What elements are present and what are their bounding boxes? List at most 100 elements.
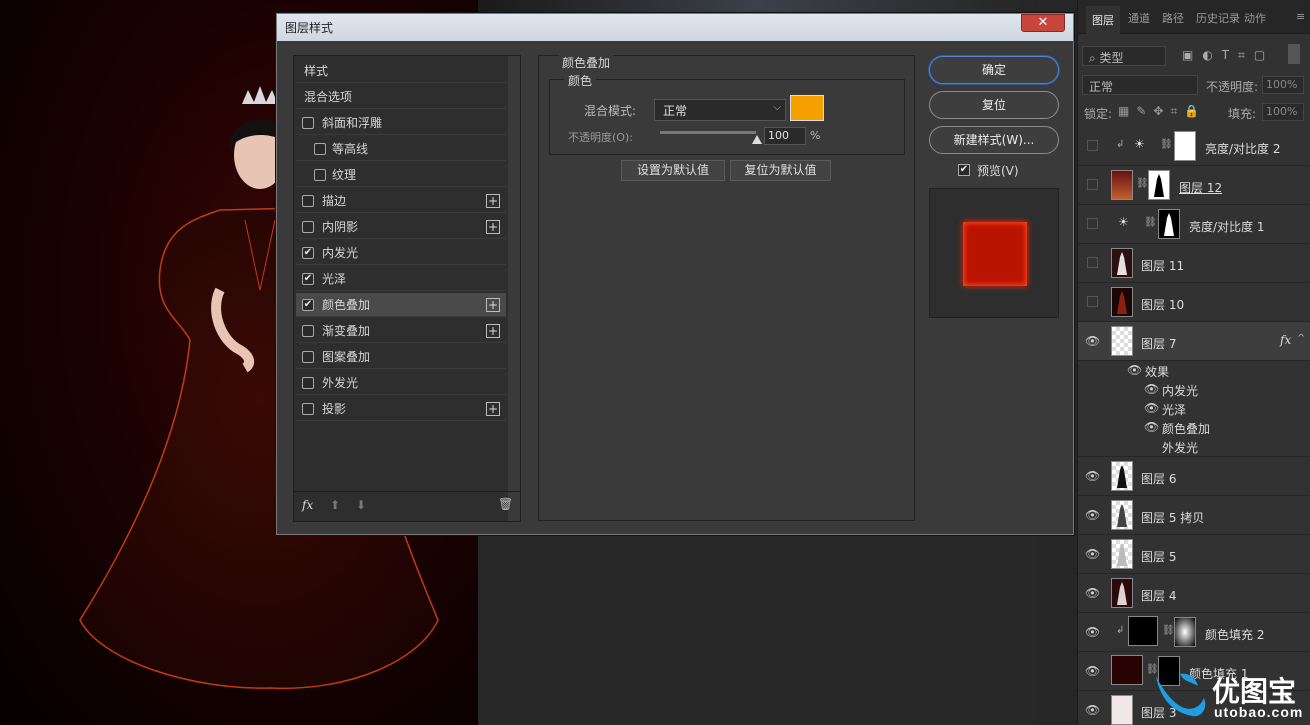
checkbox[interactable] (314, 143, 326, 155)
fill-input[interactable]: 100% (1262, 103, 1304, 121)
checkbox[interactable] (302, 351, 314, 363)
style-list-item-blending-options[interactable]: 混合选项 (296, 85, 506, 109)
style-list-item-bevel[interactable]: 斜面和浮雕 (296, 111, 506, 135)
checkbox-checked[interactable]: ✔ (302, 299, 314, 311)
visibility-toggle[interactable] (1087, 218, 1098, 229)
eye-icon[interactable]: 👁 (1144, 382, 1159, 396)
tab-actions[interactable]: 动作 (1244, 10, 1266, 26)
trash-icon[interactable]: 🗑 (498, 497, 513, 511)
tab-channels[interactable]: 通道 (1128, 10, 1150, 26)
ok-button[interactable]: 确定 (929, 56, 1059, 84)
style-list-item-stroke[interactable]: 描边 + (296, 189, 506, 213)
layer-row[interactable]: 图层 10 (1078, 283, 1310, 322)
blend-mode-dropdown[interactable]: 正常 (1082, 75, 1198, 95)
style-list-item-drop-shadow[interactable]: 投影 + (296, 397, 506, 421)
checkbox[interactable] (302, 403, 314, 415)
eye-icon[interactable]: 👁 (1085, 334, 1100, 348)
effect-row[interactable]: 👁 内发光 (1078, 380, 1310, 399)
layer-row[interactable]: 👁 图层 6 (1078, 457, 1310, 496)
eye-icon[interactable]: 👁 (1085, 586, 1100, 600)
eye-icon[interactable]: 👁 (1127, 363, 1142, 377)
eye-icon[interactable]: 👁 (1085, 547, 1100, 561)
layer-thumbnail (1111, 695, 1133, 725)
opacity-slider-thumb[interactable] (752, 135, 762, 144)
effect-row[interactable]: 👁 颜色叠加 (1078, 418, 1310, 437)
set-default-button[interactable]: 设置为默认值 (621, 160, 725, 181)
collapse-icon[interactable]: ^ (1297, 333, 1305, 344)
layer-row[interactable]: ↲ ☀ ⛓ 亮度/对比度 2 (1078, 127, 1310, 166)
add-icon[interactable]: + (486, 220, 500, 234)
checkbox[interactable] (302, 117, 314, 129)
effect-row[interactable]: 👁 光泽 (1078, 399, 1310, 418)
lock-icons[interactable]: ▦✎✥⌗🔒 (1118, 104, 1206, 119)
color-swatch[interactable] (790, 95, 824, 121)
filter-kind-select[interactable]: ⌕ 类型 (1082, 46, 1166, 66)
percent-label: % (810, 129, 821, 142)
preview-checkbox[interactable]: ✔ (958, 164, 970, 176)
eye-icon[interactable]: 👁 (1144, 420, 1159, 434)
opacity-input[interactable]: 100% (1262, 76, 1304, 94)
checkbox-checked[interactable]: ✔ (302, 273, 314, 285)
panel-menu-icon[interactable]: ≡ (1296, 10, 1305, 23)
eye-icon[interactable]: 👁 (1085, 625, 1100, 639)
visibility-toggle[interactable] (1087, 296, 1098, 307)
tab-paths[interactable]: 路径 (1162, 10, 1184, 26)
blend-mode-select[interactable]: 正常 ⌵ (654, 99, 786, 121)
eye-icon[interactable]: 👁 (1144, 401, 1159, 415)
style-list-item-pattern-overlay[interactable]: 图案叠加 (296, 345, 506, 369)
tab-history[interactable]: 历史记录 (1196, 10, 1240, 26)
style-list-item-satin[interactable]: ✔ 光泽 (296, 267, 506, 291)
layer-row[interactable]: 👁 图层 5 (1078, 535, 1310, 574)
add-icon[interactable]: + (486, 402, 500, 416)
new-style-button[interactable]: 新建样式(W)... (929, 126, 1059, 154)
visibility-toggle[interactable] (1087, 179, 1098, 190)
add-icon[interactable]: + (486, 298, 500, 312)
visibility-toggle[interactable] (1087, 140, 1098, 151)
eye-icon[interactable]: 👁 (1085, 469, 1100, 483)
layer-row-selected[interactable]: 👁 图层 7 fx ^ (1078, 322, 1310, 361)
dialog-titlebar[interactable]: 图层样式 ✕ (277, 14, 1073, 41)
checkbox-checked[interactable]: ✔ (302, 247, 314, 259)
style-list-item-inner-shadow[interactable]: 内阴影 + (296, 215, 506, 239)
move-down-icon[interactable]: ⬇ (356, 498, 366, 512)
list-scrollbar[interactable] (508, 56, 520, 521)
layer-row[interactable]: 👁 图层 4 (1078, 574, 1310, 613)
style-list-item-color-overlay[interactable]: ✔ 颜色叠加 + (296, 293, 506, 317)
eye-icon[interactable]: 👁 (1085, 703, 1100, 717)
layer-name: 图层 12 (1179, 181, 1223, 195)
layer-row[interactable]: ⛓ 图层 12 (1078, 166, 1310, 205)
opacity-slider[interactable] (660, 131, 756, 134)
style-list-item-texture[interactable]: 纹理 (296, 163, 506, 187)
checkbox[interactable] (302, 377, 314, 389)
effect-row[interactable]: 👁 效果 (1078, 361, 1310, 380)
tab-layers[interactable]: 图层 (1086, 6, 1120, 36)
move-up-icon[interactable]: ⬆ (330, 498, 340, 512)
fx-icon[interactable]: fx (302, 498, 313, 512)
effect-row[interactable]: 外发光 (1078, 437, 1310, 457)
eye-icon[interactable]: 👁 (1085, 664, 1100, 678)
reset-button[interactable]: 复位 (929, 91, 1059, 119)
style-list-item-gradient-overlay[interactable]: 渐变叠加 + (296, 319, 506, 343)
fx-badge[interactable]: fx (1280, 333, 1291, 347)
filter-toggle[interactable] (1288, 44, 1300, 64)
style-list-item-styles[interactable]: 样式 (296, 59, 506, 83)
visibility-toggle[interactable] (1087, 257, 1098, 268)
filter-icons[interactable]: ▣◐T⌗▢ (1182, 48, 1274, 63)
close-button[interactable]: ✕ (1021, 14, 1065, 32)
checkbox[interactable] (302, 195, 314, 207)
checkbox[interactable] (314, 169, 326, 181)
style-list-item-inner-glow[interactable]: ✔ 内发光 (296, 241, 506, 265)
checkbox[interactable] (302, 221, 314, 233)
opacity-input[interactable]: 100 (764, 127, 806, 145)
layer-row[interactable]: 👁 ↲ ⛓ 颜色填充 2 (1078, 613, 1310, 652)
layer-row[interactable]: ☀ ⛓ 亮度/对比度 1 (1078, 205, 1310, 244)
add-icon[interactable]: + (486, 324, 500, 338)
layer-row[interactable]: 👁 图层 5 拷贝 (1078, 496, 1310, 535)
reset-default-button[interactable]: 复位为默认值 (730, 160, 831, 181)
checkbox[interactable] (302, 325, 314, 337)
eye-icon[interactable]: 👁 (1085, 508, 1100, 522)
style-list-item-outer-glow[interactable]: 外发光 (296, 371, 506, 395)
style-list-item-contour[interactable]: 等高线 (296, 137, 506, 161)
layer-row[interactable]: 图层 11 (1078, 244, 1310, 283)
add-icon[interactable]: + (486, 194, 500, 208)
